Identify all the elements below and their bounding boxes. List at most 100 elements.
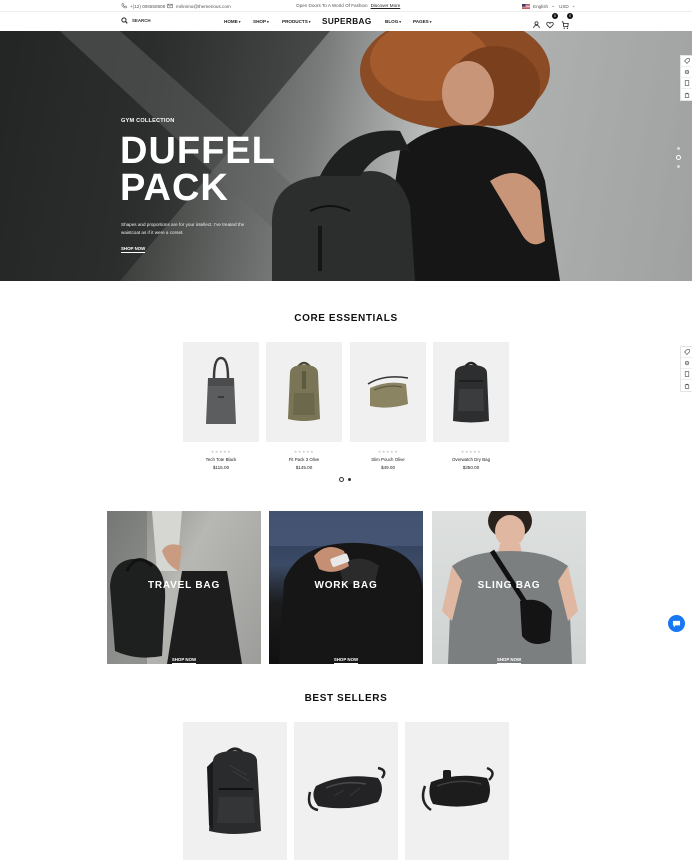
rating-stars: ★★★★★	[293, 449, 315, 454]
best-seller-card[interactable]	[294, 722, 398, 860]
hero-image	[0, 31, 692, 281]
product-image[interactable]	[183, 342, 259, 442]
top-bar: +(12) 006550808 mrlinimo@themerious.com …	[0, 0, 692, 11]
hero-slider: GYM COLLECTION DUFFEL PACK Shapes and pr…	[0, 31, 692, 281]
bag-icon	[684, 92, 689, 98]
best-sellers-title: BEST SELLERS	[304, 693, 388, 704]
product-price: $115.00	[212, 465, 230, 470]
sling-bag-icon	[307, 766, 386, 812]
backpack-olive-icon	[288, 361, 320, 421]
product-image[interactable]	[350, 342, 426, 442]
product-card[interactable]: ★★★★★ Slim Pouch Olive $49.00	[350, 342, 426, 470]
currency-selector[interactable]: USD ⌄	[559, 3, 576, 9]
hero-description: Shapes and proportions are for your inte…	[121, 222, 245, 235]
nav-home[interactable]: HOME▾	[224, 19, 241, 24]
tag-icon	[683, 58, 690, 64]
side-toolbar	[680, 55, 692, 101]
cart-icon	[561, 21, 569, 29]
chevron-down-icon: ▾	[429, 20, 432, 24]
pouch-icon	[367, 376, 409, 408]
product-price: $49.00	[380, 465, 396, 470]
best-seller-card[interactable]	[405, 722, 509, 860]
product-image[interactable]	[433, 342, 509, 442]
chevron-down-icon: ⌄	[551, 3, 555, 8]
nav-pages[interactable]: PAGES▾	[413, 19, 432, 24]
promo-text: Open Doors To A World Of Fashion Discove…	[296, 3, 401, 8]
best-seller-card[interactable]	[183, 722, 287, 860]
product-name[interactable]: Overwatch Dry Bag	[433, 457, 509, 462]
product-name[interactable]: Tech Tote Black	[183, 457, 259, 462]
rating-stars: ★★★★★	[377, 449, 399, 454]
tag-icon	[683, 349, 690, 355]
phone-contact[interactable]: +(12) 006550808	[121, 3, 165, 9]
product-name[interactable]: Slim Pouch Olive	[350, 457, 426, 462]
product-name[interactable]: Fit Pack 3 Olive	[266, 457, 342, 462]
category-shop-now-button[interactable]: SHOP NOW	[107, 648, 261, 664]
phone-icon	[121, 3, 127, 9]
slider-dot-active[interactable]	[676, 155, 681, 160]
hero-shop-now-button[interactable]: SHOP NOW	[121, 246, 146, 253]
slider-dot[interactable]	[677, 147, 680, 150]
tote-bag-icon	[206, 356, 236, 424]
pager-dot-active[interactable]	[339, 477, 344, 482]
email-contact[interactable]: mrlinimo@themerious.com	[167, 3, 231, 9]
category-sling-bag[interactable]: SLING BAG SHOP NOW	[432, 511, 586, 664]
doc-tool-button[interactable]	[681, 78, 692, 89]
cart-count: 0	[567, 13, 573, 19]
category-shop-now-button[interactable]: SHOP NOW	[432, 648, 586, 664]
nav-products[interactable]: PRODUCTS▾	[282, 19, 311, 24]
backpack-icon	[207, 747, 261, 834]
product-card[interactable]: ★★★★★ Overwatch Dry Bag $350.00	[433, 342, 509, 470]
gear-icon	[684, 69, 689, 75]
chevron-down-icon: ▾	[399, 20, 402, 24]
nav-blog[interactable]: BLOG▾	[385, 19, 401, 24]
product-card[interactable]: ★★★★★ Tech Tote Black $115.00	[183, 342, 259, 470]
slider-dots	[676, 147, 681, 168]
tag-tool-button[interactable]	[681, 56, 692, 67]
rating-stars: ★★★★★	[210, 449, 232, 454]
chevron-down-icon: ▾	[308, 20, 311, 24]
slider-dot[interactable]	[677, 165, 680, 168]
category-label: SLING BAG	[477, 580, 541, 591]
search-button[interactable]: SEARCH	[121, 17, 151, 24]
tag-tool-button[interactable]	[681, 347, 692, 358]
bag-tool-button[interactable]	[681, 89, 692, 100]
category-travel-bag[interactable]: TRAVEL BAG SHOP NOW	[107, 511, 261, 664]
chevron-down-icon: ⌄	[571, 3, 576, 8]
hero-title: DUFFEL PACK	[120, 130, 276, 209]
category-shop-now-button[interactable]: SHOP NOW	[269, 648, 423, 664]
product-image[interactable]	[266, 342, 342, 442]
chat-button[interactable]	[668, 615, 685, 632]
bag-tool-button[interactable]	[681, 380, 692, 391]
gear-tool-button[interactable]	[681, 67, 692, 78]
hero-tag: GYM COLLECTION	[121, 118, 175, 124]
wishlist-count: 0	[552, 13, 558, 19]
chat-bubble-icon	[672, 620, 681, 628]
hip-pack-icon	[421, 766, 494, 812]
site-logo[interactable]: SUPERBAG	[322, 17, 372, 26]
rating-stars: ★★★★★	[460, 449, 482, 454]
heart-icon	[546, 21, 554, 29]
backpack-black-icon	[453, 361, 489, 423]
main-nav: SEARCH HOME▾ SHOP▾ PRODUCTS▾ SUPERBAG BL…	[0, 11, 692, 31]
category-work-bag[interactable]: WORK BAG SHOP NOW	[269, 511, 423, 664]
product-card[interactable]: ★★★★★ Fit Pack 3 Olive $145.00	[266, 342, 342, 470]
pager-dot[interactable]	[348, 478, 351, 481]
language-selector[interactable]: English ⌄	[522, 3, 555, 9]
discover-more-link[interactable]: Discover More	[371, 3, 401, 8]
doc-tool-button[interactable]	[681, 369, 692, 380]
product-price: $350.00	[462, 465, 480, 470]
carousel-pager	[339, 477, 351, 482]
chevron-down-icon: ▾	[267, 20, 269, 24]
chevron-down-icon: ▾	[238, 20, 241, 24]
category-label: TRAVEL BAG	[147, 580, 221, 591]
mail-icon	[167, 3, 173, 9]
nav-shop[interactable]: SHOP▾	[253, 19, 269, 24]
gear-icon	[684, 360, 689, 366]
gear-tool-button[interactable]	[681, 358, 692, 369]
core-essentials-title: CORE ESSENTIALS	[294, 313, 398, 324]
product-price: $145.00	[295, 465, 313, 470]
side-toolbar-2	[680, 346, 692, 392]
document-icon	[684, 371, 689, 377]
category-label: WORK BAG	[314, 580, 378, 591]
